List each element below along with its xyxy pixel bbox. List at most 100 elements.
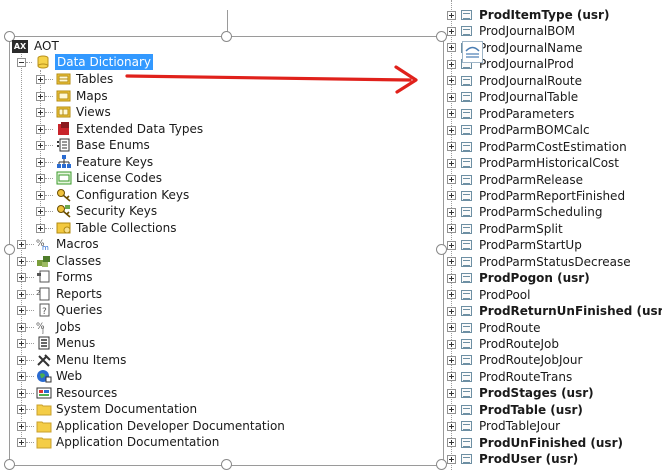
expand-toggle-table[interactable] [447,10,456,20]
expand-toggle-table[interactable] [447,158,456,168]
tree-node-table-collections[interactable]: Table Collections [56,220,176,236]
tree-node-application-developer-documentation[interactable]: Application Developer Documentation [36,418,285,434]
table-list-item[interactable]: ProdStages (usr) [447,385,594,401]
expand-toggle-table[interactable] [447,405,456,415]
expand-toggle-table[interactable] [447,191,456,201]
table-list-item[interactable]: ProdRouteTrans [447,369,572,385]
expand-toggle-base-enums[interactable] [36,141,45,150]
expand-toggle-table[interactable] [447,224,456,234]
expand-toggle-table[interactable] [447,109,456,119]
expand-toggle-reports[interactable] [17,289,26,299]
expand-toggle-table[interactable] [447,421,456,431]
expand-toggle-table-collections[interactable] [36,223,45,233]
expand-toggle-table[interactable] [447,438,456,448]
table-list-item[interactable]: ProdParmBOMCalc [447,122,590,138]
resize-handle-bottom-middle[interactable] [221,459,232,470]
expand-toggle-application-developer-documentation[interactable] [17,421,26,431]
table-list-item[interactable]: ProdRouteJobJour [447,352,582,368]
table-list-item[interactable]: ProdPogon (usr) [447,270,590,286]
table-list-item[interactable]: ProdParmStatusDecrease [447,254,631,270]
table-list-item[interactable]: ProdUnFinished (usr) [447,435,623,451]
tree-node-application-documentation[interactable]: Application Documentation [36,434,219,450]
expand-toggle-table[interactable] [447,26,456,36]
expand-toggle-views[interactable] [36,108,45,117]
expand-toggle-table[interactable] [447,76,456,86]
expand-toggle-table[interactable] [447,43,456,53]
table-list-item[interactable]: ProdReturnUnFinished (usr) [447,303,662,319]
table-list-item[interactable]: ProdParmCostEstimation [447,139,627,155]
collapse-toggle-data-dictionary[interactable] [17,58,26,67]
expand-toggle-maps[interactable] [36,91,45,101]
table-list-item[interactable]: ProdJournalRoute [447,73,582,89]
tree-node-forms[interactable]: Forms [36,269,92,285]
expand-toggle-table[interactable] [447,273,456,283]
table-list-item[interactable]: ProdTable (usr) [447,402,583,418]
table-list-item[interactable]: ProdParmStartUp [447,237,582,253]
resize-handle-bottom-right[interactable] [436,459,447,470]
expand-toggle-menu-items[interactable] [17,355,26,365]
expand-toggle-classes[interactable] [17,256,26,266]
expand-toggle-security-keys[interactable] [36,207,45,216]
table-list-item[interactable]: ProdRoute [447,320,541,336]
table-list-item[interactable]: ProdParameters [447,106,574,122]
table-list-item[interactable]: ProdParmSplit [447,221,563,237]
expand-toggle-table[interactable] [447,257,456,267]
table-list-item[interactable]: ProdPool [447,287,530,303]
resize-handle-bottom-left[interactable] [4,459,15,470]
expand-toggle-configuration-keys[interactable] [36,190,45,200]
expand-toggle-table[interactable] [447,323,456,333]
expand-toggle-application-documentation[interactable] [17,438,26,447]
resize-handle-middle-left[interactable] [4,244,15,255]
expand-toggle-table[interactable] [447,372,456,382]
resize-handle-middle-right[interactable] [436,244,447,255]
expand-toggle-extended-data-types[interactable] [36,124,45,134]
tree-node-system-documentation[interactable]: System Documentation [36,401,197,417]
tree-node-tables[interactable]: Tables [56,71,113,87]
tree-node-queries[interactable]: ? Queries [36,302,102,318]
tree-node-security-keys[interactable]: Security Keys [56,203,157,219]
expand-toggle-queries[interactable] [17,306,26,315]
tree-node-extended-data-types[interactable]: Extended Data Types [56,121,203,137]
expand-toggle-forms[interactable] [17,273,26,282]
tree-node-menus[interactable]: Menus [36,335,95,351]
tree-node-base-enums[interactable]: Base Enums [56,137,150,153]
tree-node-maps[interactable]: Maps [56,88,108,104]
expand-toggle-macros[interactable] [17,240,26,249]
expand-toggle-table[interactable] [447,355,456,365]
tree-node-resources[interactable]: Resources [36,385,117,401]
tree-node-feature-keys[interactable]: Feature Keys [56,154,153,170]
tree-node-web[interactable]: Web [36,368,82,384]
expand-toggle-resources[interactable] [17,388,26,398]
table-list-item[interactable]: ProdParmRelease [447,172,583,188]
expand-toggle-system-documentation[interactable] [17,405,26,414]
table-list-item[interactable]: ProdRouteJob [447,336,559,352]
expand-toggle-table[interactable] [447,59,456,69]
tree-node-license-codes[interactable]: License Codes [56,170,162,186]
expand-toggle-table[interactable] [447,306,456,316]
expand-toggle-table[interactable] [447,454,456,464]
expand-toggle-menus[interactable] [17,339,26,348]
table-list-item[interactable]: ProdParmHistoricalCost [447,155,619,171]
table-list-item[interactable]: ProdTableJour [447,418,560,434]
expand-toggle-table[interactable] [447,388,456,398]
tree-node-reports[interactable]: 2 Reports [36,286,102,302]
tree-node-configuration-keys[interactable]: Configuration Keys [56,187,189,203]
table-list-item[interactable]: ProdParmScheduling [447,204,602,220]
tree-node-aot[interactable]: AX AOT [12,38,59,54]
expand-toggle-table[interactable] [447,339,456,349]
table-list-item[interactable]: ProdUser (usr) [447,451,578,467]
expand-toggle-tables[interactable] [36,75,45,84]
expand-toggle-feature-keys[interactable] [36,157,45,167]
resize-handle-top-middle[interactable] [221,31,232,42]
expand-toggle-table[interactable] [447,92,456,102]
table-list-item[interactable]: ProdItemType (usr) [447,7,609,23]
resize-handle-top-right[interactable] [436,31,447,42]
tree-node-menu-items[interactable]: Menu Items [36,352,126,368]
tree-node-macros[interactable]: % m Macros [36,236,99,252]
tree-node-jobs[interactable]: % j Jobs [36,319,81,335]
tree-node-classes[interactable]: Classes [36,253,101,269]
table-list-item[interactable]: ProdJournalBOM [447,23,575,39]
expand-toggle-table[interactable] [447,142,456,152]
table-list-item[interactable]: ProdJournalTable [447,89,578,105]
tree-node-views[interactable]: Views [56,104,111,120]
